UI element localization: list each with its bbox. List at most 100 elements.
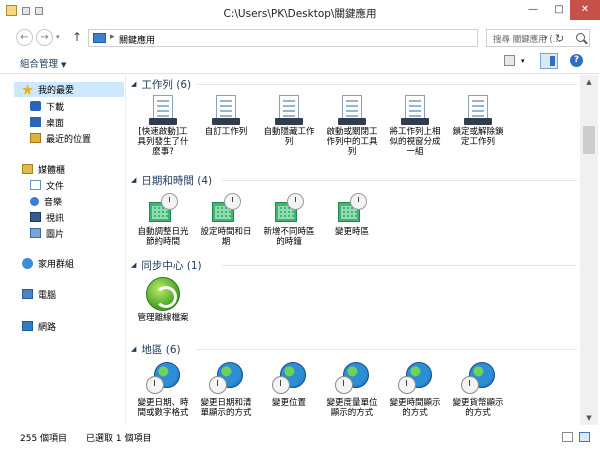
globe-clock-icon	[146, 362, 180, 396]
list-item[interactable]: 新增不同時區的時鐘	[261, 193, 317, 247]
nav-documents[interactable]: 文件	[30, 178, 64, 192]
list-item[interactable]: 變更貨幣顯示的方式	[450, 362, 506, 418]
desktop-icon	[30, 117, 41, 127]
selection-count: 已選取 1 個項目	[86, 434, 152, 444]
list-item[interactable]: 變更日期和清單顯示的方式	[198, 362, 254, 418]
nav-desktop[interactable]: 桌面	[30, 115, 64, 129]
taskbar-icon	[463, 95, 493, 125]
collapse-icon: ◢	[131, 176, 137, 184]
libraries-icon	[22, 164, 33, 174]
change-view-icon[interactable]	[504, 55, 515, 66]
globe-clock-icon	[461, 362, 495, 396]
preview-pane-icon[interactable]	[540, 53, 558, 69]
search-icon[interactable]	[576, 33, 585, 42]
item-label: 自訂工作列	[204, 127, 248, 137]
details-view-icon[interactable]	[562, 432, 573, 442]
title-bar: C:\Users\PK\Desktop\關鍵應用 — □ ✕	[0, 0, 600, 24]
breadcrumb[interactable]: 關鍵應用	[119, 33, 155, 46]
nav-downloads[interactable]: 下載	[30, 99, 64, 113]
nav-homegroup-label: 家用群組	[38, 259, 75, 270]
nav-favorites[interactable]: 我的最愛	[14, 82, 124, 97]
list-item[interactable]: [快速啟動]工具列發生了什麼事?	[135, 95, 191, 157]
group-header-region[interactable]: ◢ 地區 (6)	[131, 342, 181, 356]
nav-network[interactable]: 網路	[22, 319, 56, 333]
list-item[interactable]: 啟動或關閉工作列中的工具列	[324, 95, 380, 157]
documents-icon	[30, 180, 41, 190]
search-placeholder: 搜尋 關鍵應用 (...	[493, 35, 561, 45]
list-item[interactable]: 變更時間顯示的方式	[387, 362, 443, 418]
nav-music-label: 音樂	[44, 197, 63, 208]
large-icons-view-icon[interactable]	[579, 432, 590, 442]
breadcrumb-separator-icon[interactable]: ▸	[110, 32, 115, 42]
group-divider	[197, 84, 577, 85]
item-label: 設定時間和日期	[200, 227, 252, 247]
nav-computer[interactable]: 電腦	[22, 287, 56, 301]
nav-homegroup[interactable]: 家用群組	[22, 256, 74, 270]
list-item[interactable]: 自動隱藏工作列	[261, 95, 317, 147]
item-label: 將工作列上相似的視窗分成一組	[389, 127, 441, 157]
search-input[interactable]: 搜尋 關鍵應用 (...	[486, 29, 590, 47]
item-label: 管理離線檔案	[137, 313, 189, 323]
globe-clock-icon	[398, 362, 432, 396]
pictures-icon	[30, 228, 41, 238]
list-item[interactable]: 變更度量單位顯示的方式	[324, 362, 380, 418]
list-item[interactable]: 變更時區	[324, 193, 380, 237]
vertical-scrollbar[interactable]: ▲ ▼	[580, 75, 598, 425]
nav-documents-label: 文件	[46, 181, 65, 192]
list-item[interactable]: 自動調整日光節約時間	[135, 193, 191, 247]
help-icon[interactable]: ?	[570, 54, 583, 67]
command-bar: 組合管理 ▼ ▾ ?	[0, 50, 600, 74]
nav-computer-label: 電腦	[38, 290, 57, 301]
list-item[interactable]: 管理離線檔案	[135, 277, 191, 323]
item-label: [快速啟動]工具列發生了什麼事?	[137, 127, 189, 157]
scroll-thumb[interactable]	[583, 126, 595, 154]
organize-button[interactable]: 組合管理 ▼	[20, 56, 66, 70]
downloads-icon	[30, 101, 41, 111]
recent-locations-dropdown[interactable]: ▾	[56, 33, 60, 41]
item-label: 啟動或關閉工作列中的工具列	[326, 127, 378, 157]
list-item[interactable]: 設定時間和日期	[198, 193, 254, 247]
videos-icon	[30, 212, 41, 222]
list-item[interactable]: 將工作列上相似的視窗分成一組	[387, 95, 443, 157]
group-header-datetime[interactable]: ◢ 日期和時間 (4)	[131, 173, 212, 187]
list-item[interactable]: 變更日期、時間或數字格式	[135, 362, 191, 418]
nav-libraries-label: 媒體櫃	[38, 165, 66, 176]
collapse-icon: ◢	[131, 345, 137, 353]
chevron-down-icon: ▼	[61, 61, 67, 69]
view-options-dropdown[interactable]: ▾	[521, 57, 525, 65]
scroll-up-icon[interactable]: ▲	[580, 75, 598, 89]
nav-recent[interactable]: 最近的位置	[30, 131, 91, 145]
status-bar: 255 個項目 已選取 1 個項目	[0, 426, 600, 448]
nav-libraries[interactable]: 媒體櫃	[22, 162, 65, 176]
close-button[interactable]: ✕	[570, 0, 600, 20]
maximize-button[interactable]: □	[546, 0, 572, 20]
music-icon	[30, 196, 39, 206]
list-item[interactable]: 變更位置	[261, 362, 317, 408]
star-icon	[22, 84, 33, 95]
minimize-button[interactable]: —	[520, 0, 546, 20]
up-button[interactable]: ↑	[72, 30, 82, 44]
item-label: 鎖定或解除鎖定工作列	[452, 127, 504, 147]
group-divider	[222, 180, 577, 181]
nav-pictures[interactable]: 圖片	[30, 226, 64, 240]
scroll-down-icon[interactable]: ▼	[580, 411, 598, 425]
forward-button[interactable]: →	[36, 29, 53, 46]
list-item[interactable]: 自訂工作列	[198, 95, 254, 137]
list-item[interactable]: 鎖定或解除鎖定工作列	[450, 95, 506, 147]
homegroup-icon	[22, 257, 33, 269]
group-header-taskbar[interactable]: ◢ 工作列 (6)	[131, 77, 191, 91]
navigation-pane: 我的最愛 下載 桌面 最近的位置 媒體櫃 文件 音樂 視訊 圖片 家用群組 電腦	[0, 75, 126, 425]
nav-downloads-label: 下載	[46, 102, 65, 113]
nav-videos[interactable]: 視訊	[30, 210, 64, 224]
organize-label: 組合管理	[20, 59, 59, 70]
back-button[interactable]: ←	[16, 29, 33, 46]
group-header-sync[interactable]: ◢ 同步中心 (1)	[131, 258, 202, 272]
address-bar[interactable]: ▸ 關鍵應用 ▾ ↻	[88, 29, 564, 47]
collapse-icon: ◢	[131, 80, 137, 88]
taskbar-icon	[211, 95, 241, 125]
nav-music[interactable]: 音樂	[30, 194, 62, 208]
group-divider	[197, 349, 577, 350]
item-label: 變更日期和清單顯示的方式	[200, 398, 252, 418]
item-label: 自動隱藏工作列	[263, 127, 315, 147]
group-label-region: 地區 (6)	[141, 343, 181, 356]
